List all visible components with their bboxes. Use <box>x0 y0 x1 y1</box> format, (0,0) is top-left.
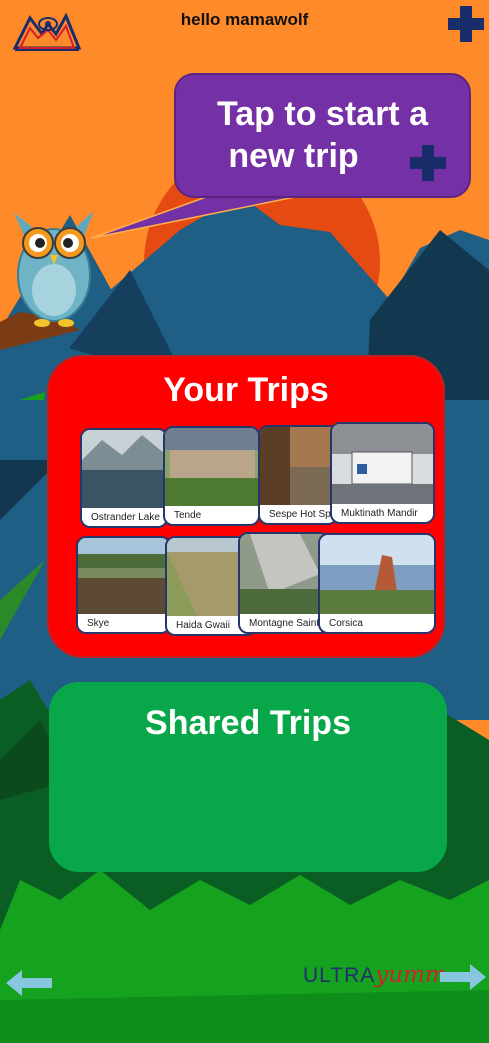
trip-name: Corsica <box>329 618 363 629</box>
trip-name: Muktinath Mandir <box>341 508 418 519</box>
trip-card-sespe-hot-springs[interactable]: Sespe Hot Spri <box>258 425 338 525</box>
trip-photo <box>165 428 258 506</box>
your-trips-title: Your Trips <box>163 371 329 409</box>
trip-name: Haida Gwaii <box>176 620 230 631</box>
trip-card-muktinath-mandir[interactable]: Muktinath Mandir <box>330 422 435 524</box>
callout-line1: Tap to start a <box>217 95 428 133</box>
your-trips-panel: Your Trips Ostrander Lake Tende Sespe Ho… <box>47 355 445 658</box>
trip-photo <box>260 427 336 505</box>
brand-part1: ULTRA <box>303 964 376 987</box>
trip-photo <box>78 538 169 614</box>
trip-photo <box>320 535 434 614</box>
trip-card-skye[interactable]: Skye <box>76 536 171 634</box>
trip-name: Montagne Sainte <box>249 618 325 629</box>
trip-name: Ostrander Lake <box>91 512 160 523</box>
ultrayumm-brand-logo: ULTRAyumm <box>303 962 447 988</box>
mountain-eye-logo-icon[interactable] <box>12 8 82 54</box>
home-screen: hello mamawolf Tap to start a new trip Y… <box>0 0 489 1043</box>
start-trip-callout[interactable]: Tap to start a new trip <box>174 73 471 198</box>
trip-photo <box>240 534 328 614</box>
owl-mascot-icon <box>14 211 94 327</box>
shared-trips-title: Shared Trips <box>145 704 351 742</box>
brand-part2: yumm <box>375 962 447 988</box>
trip-photo <box>82 430 166 508</box>
add-trip-plus-icon[interactable] <box>446 4 486 44</box>
plus-icon <box>410 145 446 181</box>
trip-card-montagne-sainte[interactable]: Montagne Sainte <box>238 532 330 634</box>
trip-name: Tende <box>174 510 202 521</box>
trip-name: Sespe Hot Spri <box>269 509 337 520</box>
trip-name: Skye <box>87 618 110 629</box>
shared-trips-panel[interactable]: Shared Trips <box>49 682 447 872</box>
trip-card-corsica[interactable]: Corsica <box>318 533 436 634</box>
trip-card-ostrander-lake[interactable]: Ostrander Lake <box>80 428 168 528</box>
trip-card-tende[interactable]: Tende <box>163 426 260 526</box>
left-arrow-icon[interactable] <box>6 968 52 998</box>
trip-photo <box>332 424 433 504</box>
right-arrow-icon[interactable] <box>440 962 486 992</box>
